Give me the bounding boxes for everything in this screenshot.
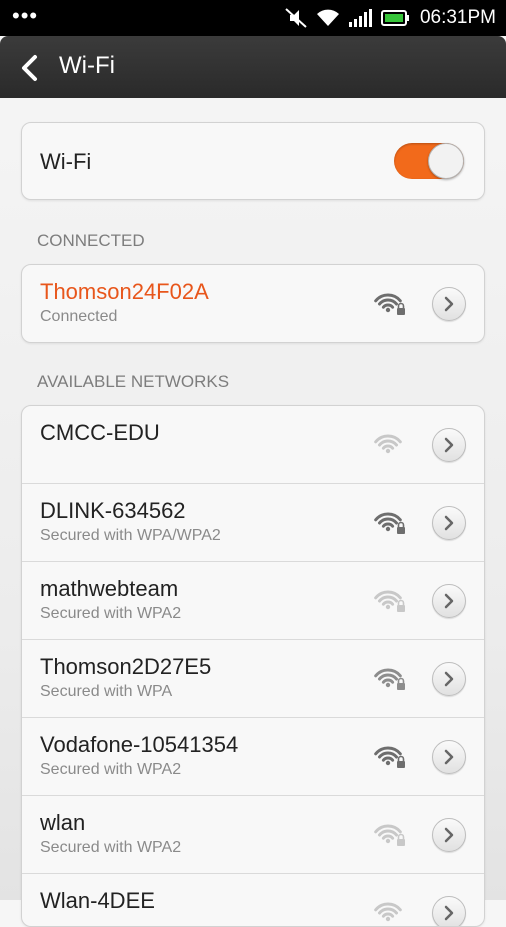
wifi-signal-icon [374,902,402,922]
network-security: Secured with WPA/WPA2 [40,527,221,544]
wifi-toggle-switch[interactable] [394,143,464,179]
network-name: mathwebteam [40,576,179,601]
network-security: Secured with WPA2 [40,761,182,778]
network-row[interactable]: CMCC-EDU [22,406,484,484]
network-row[interactable]: Vodafone-10541354 Secured with WPA2 [22,718,484,796]
network-security: Secured with WPA2 [40,839,182,856]
network-row[interactable]: wlan Secured with WPA2 [22,796,484,874]
wifi-signal-lock-icon [374,590,405,612]
network-name: DLINK-634562 [40,498,186,523]
back-arrow-icon[interactable] [18,54,42,82]
wifi-signal-lock-icon [374,824,405,846]
status-icons: 06:31PM [284,0,496,36]
toggle-knob[interactable] [428,143,464,179]
network-details-button[interactable] [432,896,466,926]
network-security: Secured with WPA2 [40,605,182,622]
network-details-button[interactable] [432,662,466,696]
network-row[interactable]: Wlan-4DEE [22,874,484,926]
chevron-right-icon [444,749,454,765]
wifi-signal-lock-icon [374,746,405,768]
chevron-right-icon [444,296,454,312]
network-details-button[interactable] [432,428,466,462]
dots-icon[interactable]: ••• [12,5,38,27]
network-security: Secured with WPA [40,683,173,700]
network-details-button[interactable] [432,506,466,540]
wifi-signal-lock-icon [374,293,405,315]
network-details-button[interactable] [432,584,466,618]
network-details-button[interactable] [432,818,466,852]
wifi-signal-lock-icon [374,668,405,690]
network-row[interactable]: Thomson2D27E5 Secured with WPA [22,640,484,718]
title-bar: Wi-Fi [0,36,506,98]
cell-signal-icon [348,9,372,27]
network-name: Wlan-4DEE [40,888,155,913]
wifi-icon [316,9,339,26]
chevron-right-icon [444,515,454,531]
available-networks-list: CMCC-EDU DLINK-634562 Secured with WPA/W… [21,405,485,927]
network-name: Vodafone-10541354 [40,732,239,757]
chevron-right-icon [444,671,454,687]
network-details-button[interactable] [432,287,466,321]
network-name: Thomson2D27E5 [40,654,212,679]
section-header-available: AVAILABLE NETWORKS [37,372,230,391]
chevron-right-icon [444,593,454,609]
network-details-button[interactable] [432,740,466,774]
chevron-right-icon [444,905,454,921]
page-title: Wi-Fi [59,52,115,79]
network-name: wlan [40,810,86,835]
wifi-signal-lock-icon [374,512,405,534]
connected-network-card[interactable]: Thomson24F02A Connected [21,264,485,343]
battery-charging-icon [380,10,409,26]
network-row[interactable]: DLINK-634562 Secured with WPA/WPA2 [22,484,484,562]
wifi-signal-icon [374,434,402,454]
connected-network-row[interactable]: Thomson24F02A Connected [22,265,484,342]
section-header-connected: CONNECTED [37,231,145,250]
status-time: 06:31PM [419,7,496,28]
network-status: Connected [40,308,118,325]
mute-icon [285,8,307,28]
network-name: CMCC-EDU [40,420,160,445]
chevron-right-icon [444,437,454,453]
network-name: Thomson24F02A [40,279,209,304]
status-bar: ••• 06:31PM [0,0,506,36]
wifi-toggle-card: Wi-Fi [21,122,485,200]
chevron-right-icon [444,827,454,843]
network-row[interactable]: mathwebteam Secured with WPA2 [22,562,484,640]
wifi-toggle-label: Wi-Fi [40,149,92,174]
